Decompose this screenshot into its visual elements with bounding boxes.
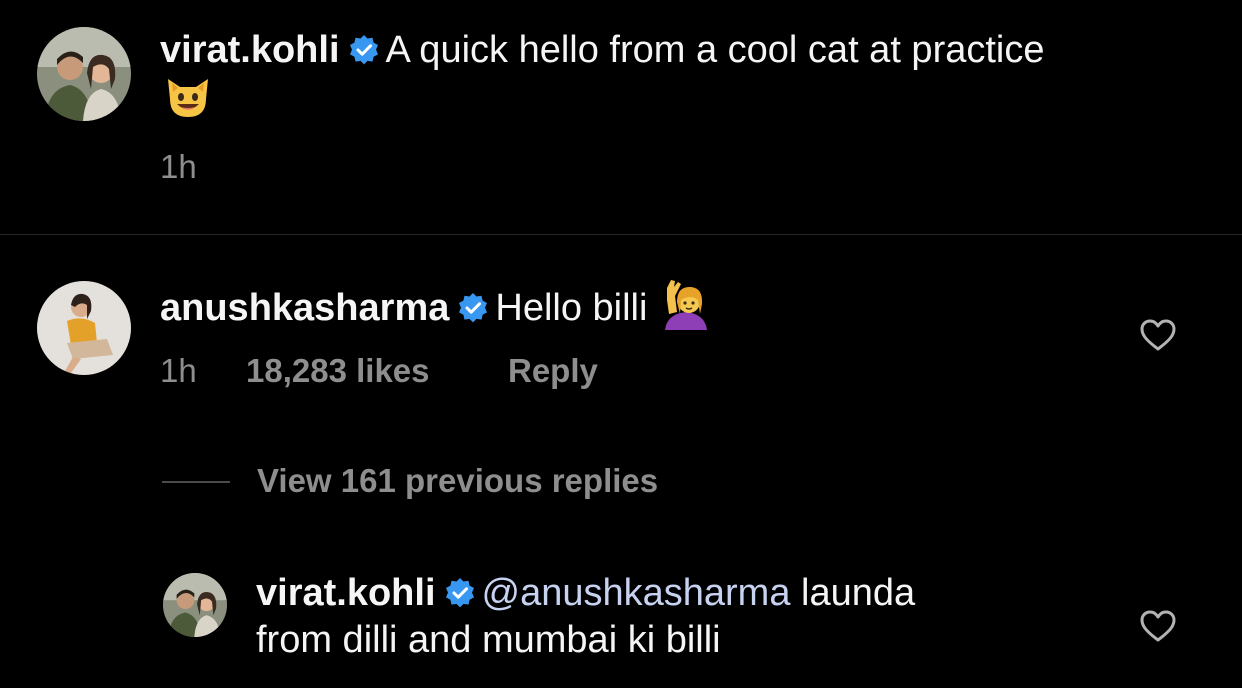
comment-time: 1h xyxy=(160,352,197,389)
comment-username[interactable]: anushkasharma xyxy=(160,287,449,329)
view-previous-replies-button[interactable]: View 161 previous replies xyxy=(257,462,658,500)
comments-view: virat.kohli A quick hello from a cool cat… xyxy=(0,0,1242,688)
reply-text-2: from dilli and mumbai ki billi xyxy=(256,619,721,661)
verified-badge-icon xyxy=(457,289,489,335)
reply-username[interactable]: virat.kohli xyxy=(256,572,436,614)
replies-line xyxy=(162,481,230,483)
reply-avatar[interactable] xyxy=(163,573,227,637)
avatar-photo xyxy=(37,27,131,121)
caption-username[interactable]: virat.kohli xyxy=(160,29,340,71)
reply-like-heart-icon[interactable] xyxy=(1139,609,1177,643)
reply-text-1: launda xyxy=(801,572,916,614)
caption-time: 1h xyxy=(160,148,197,185)
verified-badge-icon xyxy=(348,31,380,77)
caption-line: virat.kohli A quick hello from a cool cat… xyxy=(160,27,1045,77)
caption-text: A quick hello from a cool cat at practic… xyxy=(385,29,1045,71)
reply-line-1: virat.kohli @anushkasharma launda xyxy=(256,570,915,620)
comment-text: Hello billi xyxy=(495,287,648,329)
person-raising-hand-emoji-icon xyxy=(661,278,711,330)
verified-badge-icon xyxy=(444,574,476,620)
avatar-photo xyxy=(163,573,227,637)
cat-smile-emoji-icon xyxy=(164,73,212,121)
avatar-photo xyxy=(37,281,131,375)
reply-button[interactable]: Reply xyxy=(508,352,598,390)
like-heart-icon[interactable] xyxy=(1139,318,1177,352)
caption-avatar[interactable] xyxy=(37,27,131,121)
comment-likes[interactable]: 18,283 likes xyxy=(246,352,430,390)
reply-mention[interactable]: @anushkasharma xyxy=(482,572,791,614)
comment-avatar[interactable] xyxy=(37,281,131,375)
comment-line: anushkasharma Hello billi xyxy=(160,278,711,335)
divider xyxy=(0,234,1242,235)
reply-line-2: from dilli and mumbai ki billi xyxy=(256,617,721,663)
